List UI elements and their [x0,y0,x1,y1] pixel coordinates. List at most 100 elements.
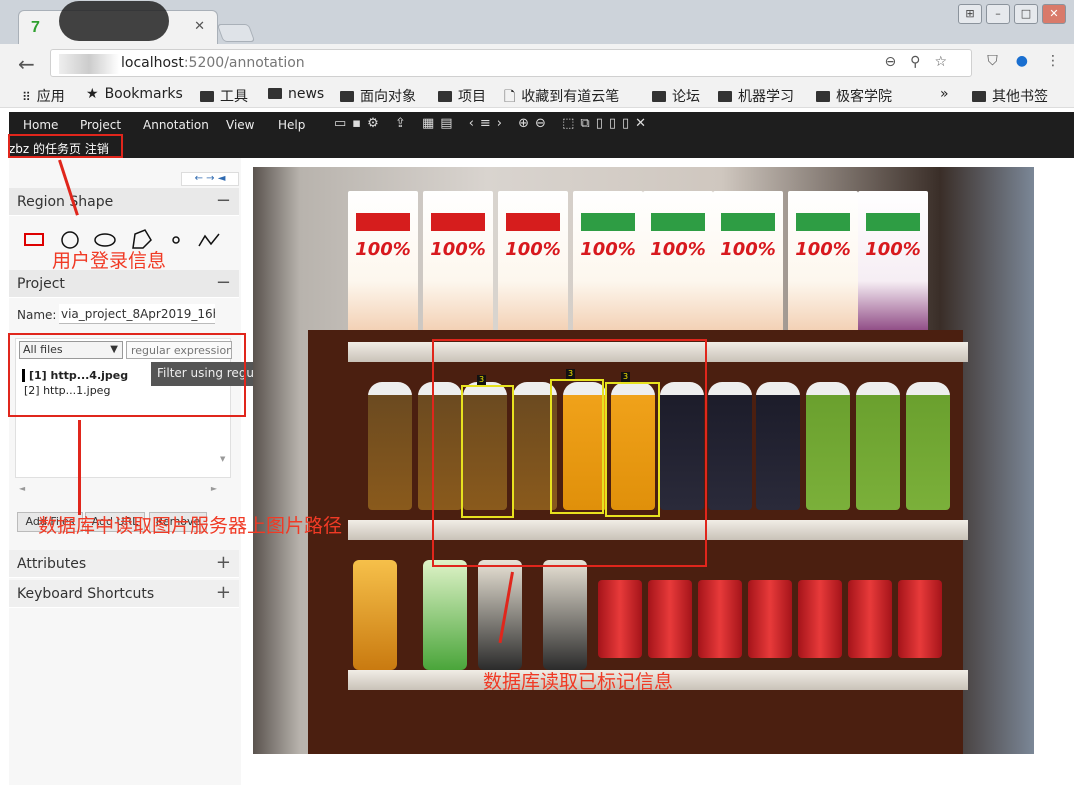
shield-icon[interactable]: ⛉ [987,53,998,69]
brand-tag [651,213,705,231]
cup-drink [353,560,397,670]
app-menubar: Home Project Annotation View Help ▭▪⚙ ⇪ … [9,112,1074,138]
folder-icon [340,91,354,102]
bookmark-label: news [288,86,325,102]
juice-pack: 100% [573,191,643,341]
collapse-icon[interactable]: − [216,272,231,293]
app-favicon-icon: 7 [31,19,40,36]
pack-number: 100% [720,239,776,260]
expand-icon[interactable]: + [216,582,231,603]
bookmark-star-icon[interactable]: ☆ [934,54,961,70]
bookmark-tools[interactable]: 工具 [200,86,248,106]
address-bar[interactable]: localhost:5200/annotation ⊖⚲☆ [50,49,972,77]
close-tab-icon[interactable]: ✕ [194,19,205,34]
section-title: Keyboard Shortcuts [17,586,155,602]
menu-view[interactable]: View [226,118,254,132]
more-icon: » [940,86,949,102]
can [748,580,792,658]
collapse-icon[interactable]: − [216,190,231,211]
maximize-icon[interactable]: □ [1014,4,1038,24]
paste-icon[interactable]: ▯ [596,116,609,131]
bookmark-forum[interactable]: 论坛 [652,86,700,106]
bookmark-bookmarks[interactable]: ★ Bookmarks [86,86,183,102]
brand-tag [506,213,560,231]
horizontal-scrollbar[interactable]: ◄ ► [17,484,217,494]
new-tab-button[interactable] [216,24,256,42]
page-icon: 🗋 [504,89,516,105]
window-controls: ⊞ – □ ✕ [958,4,1066,24]
brand-tag [721,213,775,231]
brand-tag [356,213,410,231]
labeled-region-highlight [432,339,707,567]
bottle [806,382,850,510]
minimize-icon[interactable]: – [986,4,1010,24]
section-title: Project [17,276,65,292]
url-text: localhost:5200/annotation [121,55,305,71]
zoom-in-icon[interactable]: ⊕ [518,116,535,131]
polyline-shape-icon[interactable] [198,233,220,247]
profile-icon[interactable]: ⊞ [958,4,982,24]
prev-icon[interactable]: ‹ [469,116,480,131]
bookmark-oop[interactable]: 面向对象 [340,86,416,106]
delete-region-icon[interactable]: ✕ [635,116,652,131]
settings-icon[interactable]: ⚙ [367,116,385,131]
star-icon: ★ [86,86,99,102]
list-icon[interactable]: ≡ [480,116,497,131]
point-shape-icon[interactable] [172,236,180,244]
close-window-icon[interactable]: ✕ [1042,4,1066,24]
grid-icon[interactable]: ▦ [422,116,440,131]
can [698,580,742,658]
menu-help[interactable]: Help [278,118,305,132]
db-label-info-caption: 数据库读取已标记信息 [483,671,674,693]
url-path: :5200/annotation [183,55,305,71]
bookmark-label: 应用 [36,89,65,105]
select-all-icon[interactable]: ⬚ [562,116,580,131]
panel-nav-arrows[interactable]: ← → ◄ [181,172,239,186]
bookmark-label: 其他书签 [992,89,1048,105]
project-header[interactable]: Project − [9,270,239,298]
save-icon[interactable]: ▪ [352,116,367,131]
browser-tab[interactable]: 7 ✕ [18,1,218,44]
bookmark-youdao[interactable]: 🗋 收藏到有道云笔 [504,86,619,110]
file-list-highlight [8,333,246,417]
redacted-tab-title [59,1,169,41]
project-name-input[interactable] [59,304,215,324]
bookmark-projects[interactable]: 项目 [438,86,486,106]
ellipse-shape-icon[interactable] [94,233,116,247]
bookmark-news[interactable]: news [268,86,324,102]
menu-project[interactable]: Project [80,118,121,132]
kebab-menu-icon[interactable]: ⋮ [1046,53,1060,69]
redacted-url-prefix [59,54,119,74]
keyboard-shortcuts-header[interactable]: Keyboard Shortcuts + [9,580,239,608]
bookmark-label: 面向对象 [360,89,416,105]
back-arrow-icon[interactable]: ← [18,52,35,76]
paste-n-icon[interactable]: ▯ [609,116,622,131]
next-icon[interactable]: › [497,116,508,131]
bookmark-more[interactable]: » [940,86,949,102]
user-login-caption: 用户登录信息 [52,250,167,272]
menu-home[interactable]: Home [23,118,58,132]
folder-icon [268,88,282,99]
rect-shape-icon[interactable] [24,233,44,246]
pack-number: 100% [580,239,636,260]
attributes-header[interactable]: Attributes + [9,550,239,578]
zoom-out-icon[interactable]: ⊖ [535,116,552,131]
bookmark-jike[interactable]: 极客学院 [816,86,892,106]
comment-icon[interactable]: ▤ [440,116,458,131]
upload-icon[interactable]: ⇪ [395,116,412,131]
zoom-icon[interactable]: ⊖ [884,54,910,70]
bookmark-ml[interactable]: 机器学习 [718,86,794,106]
url-host: localhost [121,55,184,71]
open-icon[interactable]: ▭ [334,116,352,131]
bookmark-apps[interactable]: ⠿ 应用 [22,86,65,106]
expand-icon[interactable]: + [216,552,231,573]
menu-annotation[interactable]: Annotation [143,118,209,132]
callout-arrow [78,420,81,515]
paste-all-icon[interactable]: ▯ [622,116,635,131]
key-icon[interactable]: ⚲ [910,54,934,70]
region-shape-header[interactable]: Region Shape − [9,188,239,216]
extension-icon[interactable]: ● [1016,53,1028,69]
folder-icon [816,91,830,102]
bookmark-other[interactable]: 其他书签 [972,86,1048,106]
copy-icon[interactable]: ⧉ [580,116,595,131]
